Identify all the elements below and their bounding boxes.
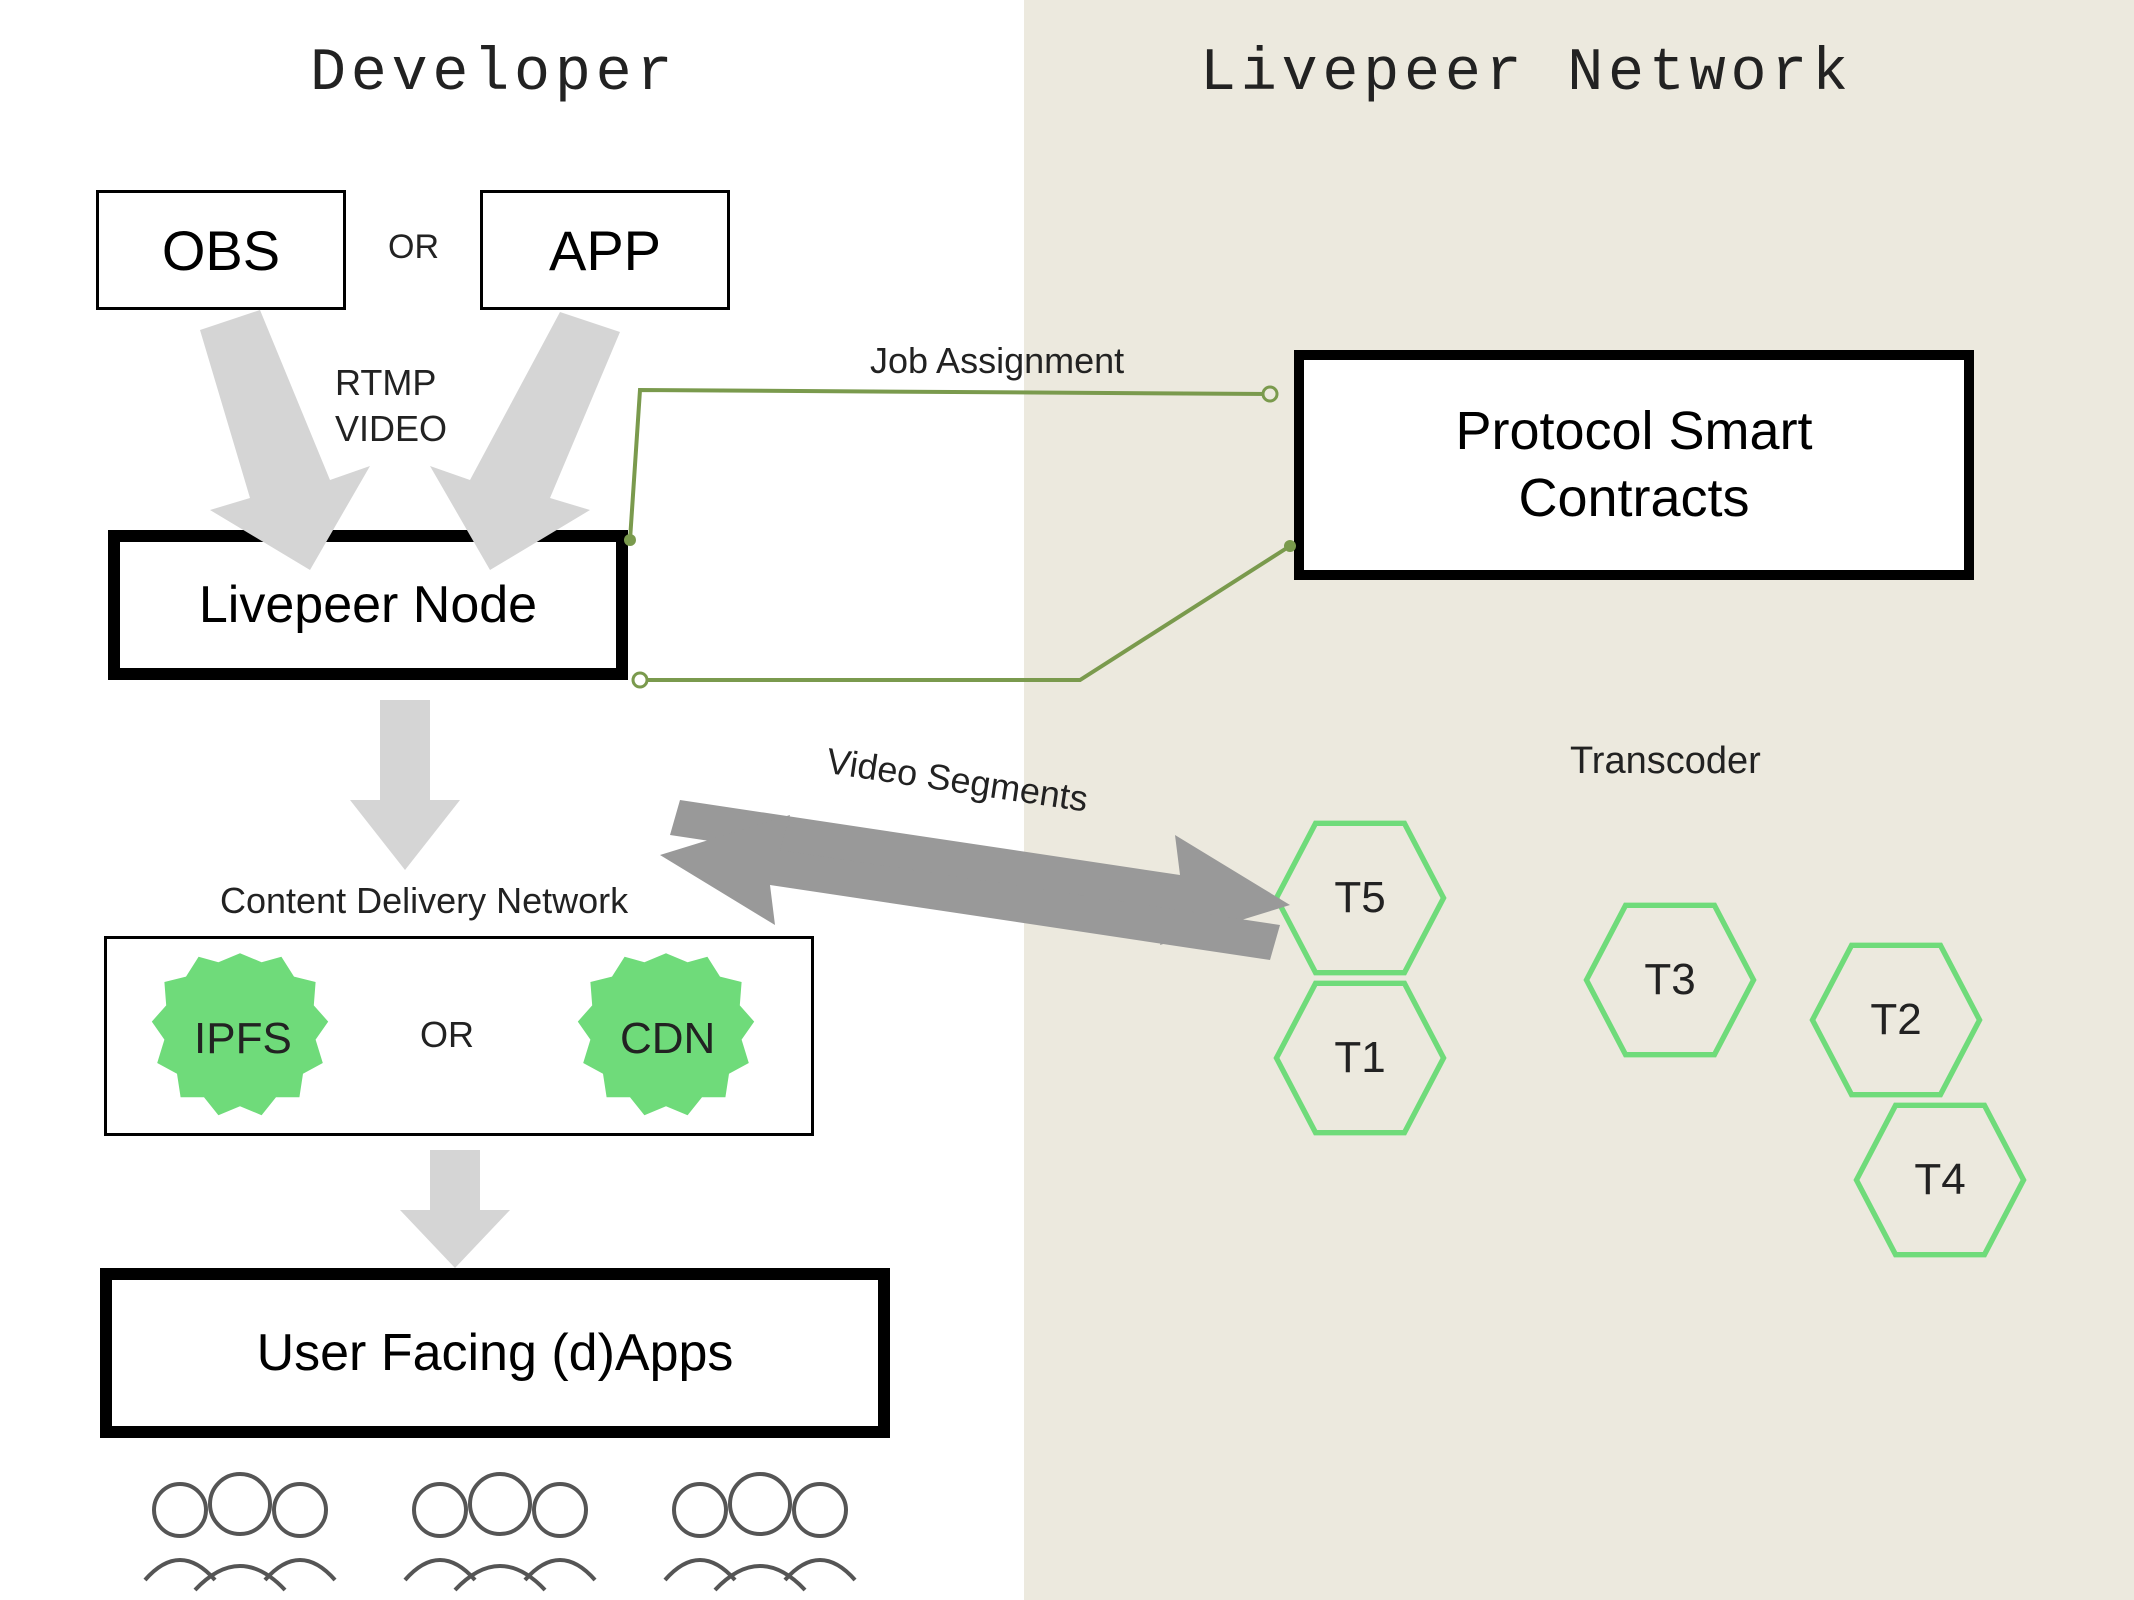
developer-heading: Developer (310, 40, 677, 108)
rtmp-label: RTMP (335, 362, 436, 404)
app-box: APP (480, 190, 730, 310)
cdn-label: CDN (620, 1014, 715, 1064)
obs-box: OBS (96, 190, 346, 310)
t2-label: T2 (1870, 995, 1921, 1045)
livepeer-node-box: Livepeer Node (108, 530, 628, 680)
livepeer-node-label: Livepeer Node (199, 575, 537, 635)
cdn-badge: CDN (576, 946, 756, 1126)
transcoder-t3: T3 (1580, 900, 1760, 1060)
network-background (1024, 0, 2134, 1600)
ipfs-badge: IPFS (150, 946, 330, 1126)
or-top-label: OR (388, 228, 439, 267)
obs-label: OBS (162, 218, 280, 283)
ipfs-label: IPFS (194, 1014, 292, 1064)
job-assignment-label: Job Assignment (870, 340, 1124, 382)
transcoder-t2: T2 (1806, 940, 1986, 1100)
cdn-heading: Content Delivery Network (220, 880, 628, 922)
protocol-smart-contracts-box: Protocol Smart Contracts (1294, 350, 1974, 580)
t4-label: T4 (1914, 1155, 1965, 1205)
network-heading: Livepeer Network (1200, 40, 1853, 108)
transcoder-t1: T1 (1270, 978, 1450, 1138)
transcoder-t4: T4 (1850, 1100, 2030, 1260)
psc-line1: Protocol Smart (1455, 398, 1812, 466)
t3-label: T3 (1644, 955, 1695, 1005)
psc-line2: Contracts (1518, 465, 1749, 533)
transcoder-t5: T5 (1270, 818, 1450, 978)
t5-label: T5 (1334, 873, 1385, 923)
transcoder-label: Transcoder (1570, 740, 1761, 783)
user-apps-box: User Facing (d)Apps (100, 1268, 890, 1438)
app-label: APP (549, 218, 661, 283)
or-cdn-label: OR (420, 1014, 474, 1056)
t1-label: T1 (1334, 1033, 1385, 1083)
user-apps-label: User Facing (d)Apps (257, 1323, 734, 1383)
video-label: VIDEO (335, 408, 447, 450)
